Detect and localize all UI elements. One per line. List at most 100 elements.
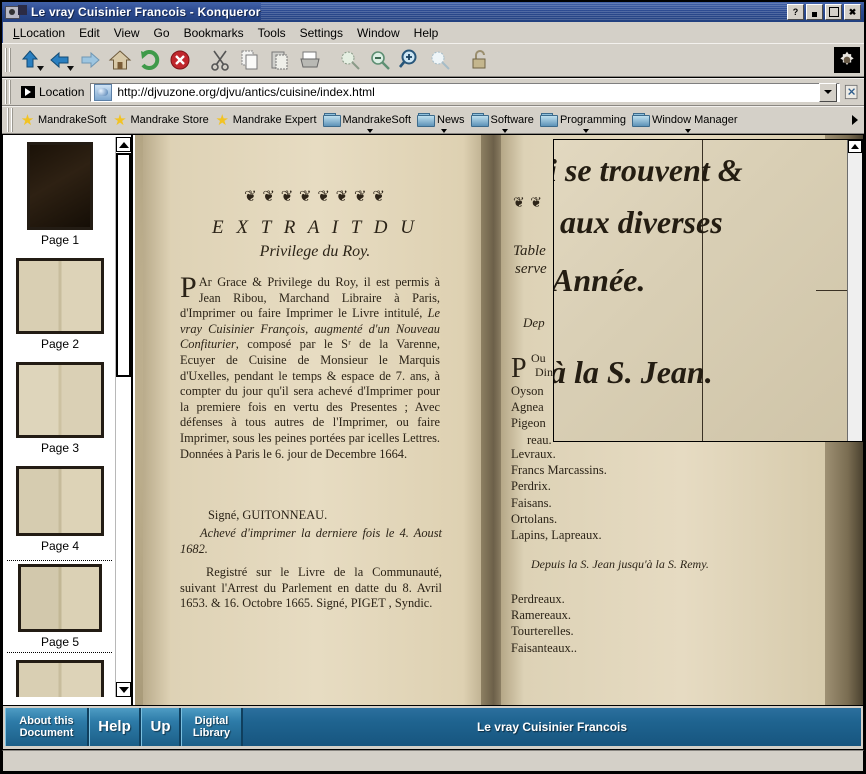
title-bar-drag-area[interactable] — [261, 3, 787, 21]
minimize-button[interactable] — [806, 4, 823, 20]
about-this-document-button[interactable]: About this Document — [5, 708, 89, 746]
bookmark-folder-programming[interactable]: Programming — [537, 111, 629, 129]
digital-library-button[interactable]: Digital Library — [181, 708, 243, 746]
home-button[interactable] — [105, 46, 135, 74]
bookmark-folder-window-manager[interactable]: Window Manager — [629, 111, 741, 129]
page-view[interactable]: ❦ ❦ ❦ ❦ ❦ ❦ ❦ ❦ E X T R A I T D U Privil… — [135, 135, 863, 705]
list-item: Francs Marcassins. — [511, 462, 607, 478]
print-button[interactable] — [295, 46, 325, 74]
menu-help-label: Help — [414, 26, 439, 40]
bookmark-mandrakesoft[interactable]: ★ MandrakeSoft — [17, 111, 109, 130]
bookmark-label: Mandrake Expert — [233, 114, 317, 126]
forward-button[interactable] — [75, 46, 105, 74]
magnifier-line-3: Année. — [553, 262, 645, 299]
menu-settings-label: Settings — [300, 26, 343, 40]
scrollbar-thumb[interactable] — [116, 153, 131, 377]
menu-edit-label: Edit — [79, 26, 100, 40]
copy-button[interactable] — [235, 46, 265, 74]
thumbnail-list[interactable]: Page 1 Page 2 Page 3 Page 4 Page 5 — [7, 139, 113, 697]
toolbar-handle[interactable] — [5, 48, 12, 72]
chevron-down-icon[interactable] — [819, 83, 837, 102]
magnifier-scrollbar[interactable] — [847, 140, 862, 441]
up-button[interactable] — [15, 46, 45, 74]
thumbnail-page-3[interactable]: Page 3 — [7, 359, 113, 458]
thumbnail-page-6[interactable]: Page 6 — [7, 657, 113, 697]
about-button-label: About this Document — [19, 715, 73, 739]
location-input-wrap[interactable] — [90, 83, 840, 102]
maximize-button[interactable] — [825, 4, 842, 20]
menu-view[interactable]: View — [107, 24, 147, 42]
up-button-bottom[interactable]: Up — [141, 708, 181, 746]
menu-bookmarks[interactable]: Bookmarks — [177, 24, 251, 42]
menu-window-label: Window — [357, 26, 400, 40]
thumbnail-label: Page 2 — [41, 337, 79, 351]
bookmark-folder-software[interactable]: Software — [468, 111, 537, 129]
thumbnail-page-2[interactable]: Page 2 — [7, 255, 113, 354]
thumbnail-page-5[interactable]: Page 5 — [7, 561, 113, 652]
security-button[interactable] — [465, 46, 495, 74]
bookmark-folder-news[interactable]: News — [414, 111, 468, 129]
close-button[interactable]: ✖ — [844, 4, 861, 20]
help-button-bottom[interactable]: Help — [89, 708, 141, 746]
menu-location[interactable]: LLocation — [6, 24, 72, 42]
bookmark-toolbar: ★ MandrakeSoft ★ Mandrake Store ★ Mandra… — [2, 106, 864, 134]
find-button[interactable] — [335, 46, 365, 74]
magnifier-overlay[interactable]: i se trouvent & aux diverses Année. à la… — [553, 139, 863, 442]
thumbnail-page-1[interactable]: Page 1 — [7, 139, 113, 250]
menu-help[interactable]: Help — [407, 24, 446, 42]
about-button-line2: Document — [20, 727, 74, 739]
chevron-down-icon — [502, 129, 508, 133]
zoom-out-button[interactable] — [365, 46, 395, 74]
bookmark-label: News — [437, 114, 465, 126]
list-item: Ramereaux. — [511, 607, 577, 623]
stop-button[interactable] — [165, 46, 195, 74]
menu-edit[interactable]: Edit — [72, 24, 107, 42]
sidebar-scrollbar[interactable] — [115, 137, 131, 697]
bookmark-folder-mandrakesoft[interactable]: MandrakeSoft — [320, 111, 414, 129]
left-page-paragraph-1: PAr Grace & Privilege du Roy, il est per… — [180, 275, 440, 462]
scroll-up-arrow[interactable] — [116, 137, 131, 152]
location-input[interactable] — [115, 85, 819, 99]
help-button-label: Help — [98, 721, 131, 733]
folder-icon — [471, 113, 488, 127]
location-label-text: Location — [39, 85, 84, 99]
bookmark-mandrake-expert[interactable]: ★ Mandrake Expert — [212, 111, 320, 130]
thumbnail-page-4[interactable]: Page 4 — [7, 463, 113, 556]
chevron-right-icon[interactable] — [846, 115, 864, 125]
paste-button[interactable] — [265, 46, 295, 74]
menu-bookmarks-label: Bookmarks — [184, 26, 244, 40]
help-button[interactable]: ? — [787, 4, 804, 20]
main-toolbar — [2, 43, 864, 77]
menu-settings[interactable]: Settings — [293, 24, 350, 42]
location-toolbar-handle[interactable] — [5, 80, 12, 104]
right-page-ornament: ❦ ❦ — [513, 195, 543, 212]
right-page-fragment-1: Ou — [531, 351, 546, 366]
left-page-ornament: ❦ ❦ ❦ ❦ ❦ ❦ ❦ ❦ — [195, 187, 435, 206]
chevron-down-icon — [685, 129, 691, 133]
bookmark-mandrake-store[interactable]: ★ Mandrake Store — [109, 111, 211, 130]
thumbnail-label: Page 4 — [41, 539, 79, 553]
cut-button[interactable] — [205, 46, 235, 74]
right-page-dropcap: P — [511, 353, 527, 385]
back-button[interactable] — [45, 46, 75, 74]
configure-button[interactable] — [834, 47, 860, 73]
document-viewer: Page 1 Page 2 Page 3 Page 4 Page 5 — [2, 134, 864, 706]
bookmark-toolbar-handle[interactable] — [7, 108, 14, 132]
menu-window[interactable]: Window — [350, 24, 407, 42]
menu-tools[interactable]: Tools — [251, 24, 293, 42]
clear-location-button[interactable] — [840, 80, 864, 104]
scroll-up-arrow[interactable] — [848, 140, 862, 153]
left-page-achieve: Achevé d'imprimer la derniere fois le 4.… — [180, 526, 442, 557]
folder-icon — [632, 113, 649, 127]
left-page-signature: Signé, GUITONNEAU. — [180, 508, 440, 524]
scroll-down-arrow[interactable] — [116, 682, 131, 697]
zoom-in-button[interactable] — [395, 46, 425, 74]
folder-icon — [323, 113, 340, 127]
zoom-reset-button[interactable] — [425, 46, 455, 74]
right-page-divider-text: Depuis la S. Jean jusqu'à la S. Remy. — [531, 557, 709, 572]
reload-button[interactable] — [135, 46, 165, 74]
folder-icon — [540, 113, 557, 127]
menu-go[interactable]: Go — [147, 24, 177, 42]
menu-view-label: View — [114, 26, 140, 40]
document-toolbar-row: About this Document Help Up Digital Libr… — [5, 708, 861, 746]
